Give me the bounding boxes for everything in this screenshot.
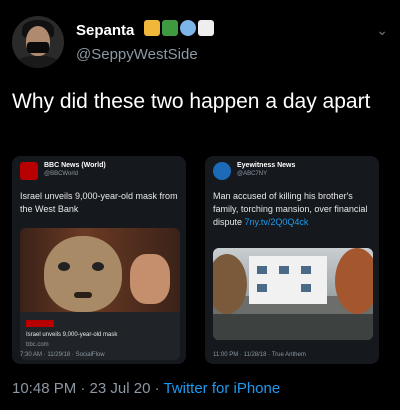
embedded-timestamp: 7:30 AM · 11/29/18 · SocialFlow [20, 352, 105, 358]
embedded-source-name: Eyewitness News [237, 162, 296, 169]
embedded-tweet-bbc[interactable]: BBC News (World) @BBCWorld Israel unveil… [12, 156, 186, 364]
embedded-tweet-abc[interactable]: Eyewitness News @ABC7NY Man accused of k… [205, 156, 379, 364]
mansion-window [279, 266, 289, 274]
embedded-source-handle: @BBCWorld [44, 171, 78, 177]
mansion-window [301, 266, 311, 274]
media-caption: Israel unveils 9,000-year-old mask [26, 332, 118, 338]
name-emojis [144, 20, 214, 36]
white-square-emoji-icon [198, 20, 214, 36]
chevron-down-icon[interactable]: ⌄ [376, 22, 388, 39]
avatar-body [16, 56, 60, 68]
mask-mouth [74, 292, 92, 298]
embedded-tweet-link[interactable]: 7ny.tv/2Q0Q4ck [245, 217, 309, 227]
stone-mask-shape [44, 236, 122, 312]
embedded-media-card[interactable]: Israel unveils 9,000-year-old mask bbc.c… [20, 228, 180, 360]
user-handle[interactable]: @SeppyWestSide [76, 46, 198, 63]
avatar[interactable] [12, 16, 64, 68]
embedded-tweet-text: Israel unveils 9,000-year-old mask from … [20, 191, 178, 214]
mask-eye-right [92, 262, 104, 271]
bbc-news-banner-icon [26, 320, 54, 327]
photo-crowd [213, 314, 373, 340]
tweet-time-date[interactable]: 10:48 PM · 23 Jul 20 · [12, 380, 163, 397]
photo-tree-right [335, 248, 373, 314]
stone-mask-image [20, 228, 180, 312]
embedded-source-handle: @ABC7NY [237, 171, 268, 177]
mansion-window [257, 284, 267, 292]
display-name[interactable]: Sepanta [76, 22, 134, 39]
abc7-logo-icon [213, 162, 231, 180]
hand-shape [130, 254, 170, 304]
photo-tree-left [213, 254, 247, 314]
photo-mansion [249, 256, 327, 304]
tweet-text: Why did these two happen a day apart [12, 90, 371, 113]
mansion-window [257, 266, 267, 274]
embedded-timestamp: 11:00 PM · 11/28/18 · True Anthem [213, 352, 306, 358]
tweet-meta: 10:48 PM · 23 Jul 20 · Twitter for iPhon… [12, 380, 280, 397]
embedded-photo[interactable] [213, 248, 373, 340]
media-domain: bbc.com [26, 342, 49, 348]
mansion-window [301, 284, 311, 292]
mask-eye-left [58, 262, 70, 271]
embedded-source-name: BBC News (World) [44, 162, 106, 169]
face-emoji-icon [180, 20, 196, 36]
house-emoji-icon [144, 20, 160, 36]
tweet-source-app[interactable]: Twitter for iPhone [163, 380, 280, 397]
bbc-news-logo-icon [20, 162, 38, 180]
palm-tree-emoji-icon [162, 20, 178, 36]
avatar-mask [27, 42, 49, 53]
embedded-tweet-text: Man accused of killing his brother's fam… [213, 190, 373, 229]
